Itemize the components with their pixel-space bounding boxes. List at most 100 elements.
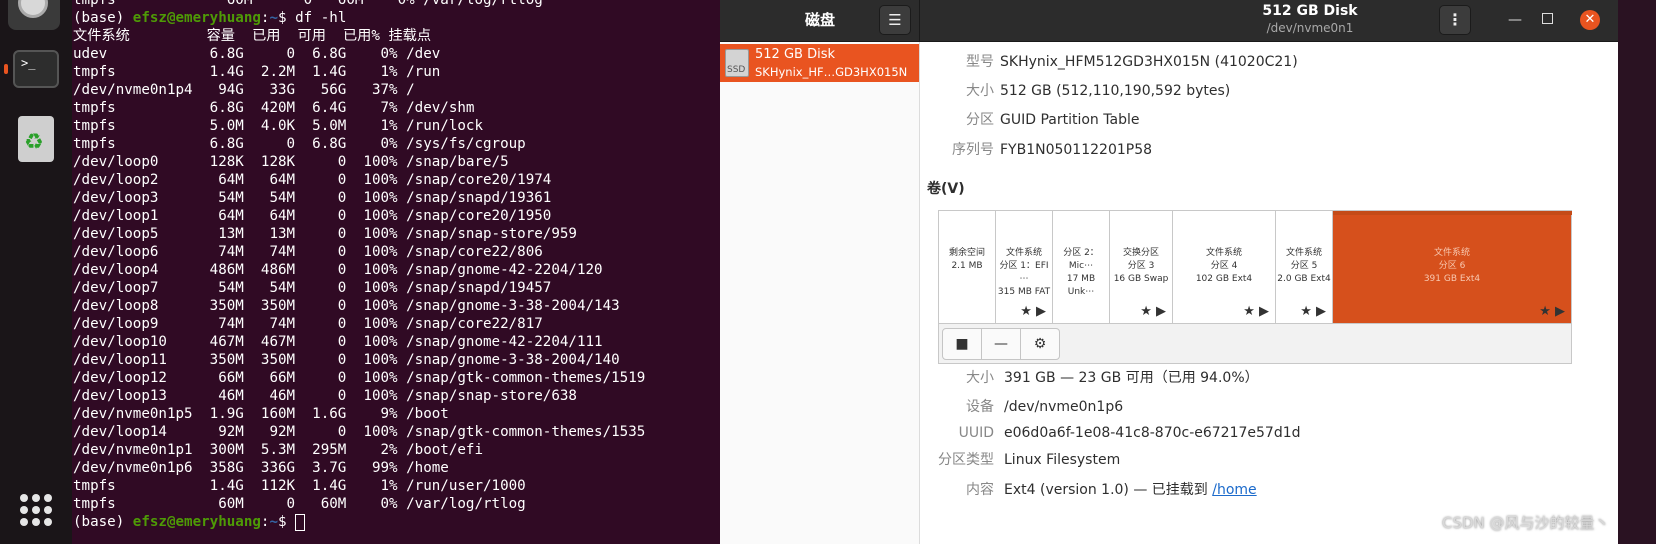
df-row: /dev/nvme0n1p5 1.9G 160M 1.6G 9% /boot xyxy=(73,406,449,422)
volume-label: 文件系统 分区 1：EFI ⋯ 315 MB FAT xyxy=(997,248,1051,297)
volume-segment[interactable]: 文件系统 分区 4 102 GB Ext4 ★ ▶ xyxy=(1173,211,1276,323)
df-row: /dev/loop1 64M 64M 0 100% /snap/core20/1… xyxy=(73,208,552,224)
volume-segment[interactable]: 文件系统 分区 1：EFI ⋯ 315 MB FAT ★ ▶ xyxy=(996,211,1053,323)
volumes-heading: 卷(V) xyxy=(927,181,965,197)
volume-label: 分区 2：Mic⋯ 17 MB Unk⋯ xyxy=(1063,248,1099,297)
df-row: /dev/nvme0n1p6 358G 336G 3.7G 99% /home xyxy=(73,460,449,476)
menu-button[interactable]: ☰ xyxy=(879,5,911,35)
df-row: tmpfs 60M 0 60M 0% /var/log/rtlog xyxy=(73,496,526,512)
df-row: /dev/loop2 64M 64M 0 100% /snap/core20/1… xyxy=(73,172,552,188)
terminal-window[interactable]: tmpfs 60M 0 60M 0% /var/log/rtlog (base)… xyxy=(72,0,720,544)
minimize-button[interactable]: — xyxy=(1508,12,1522,28)
dock: >_ ♻ xyxy=(0,0,72,544)
detail-device: 设备 /dev/nvme0n1p6 xyxy=(966,399,1124,415)
df-row: /dev/loop8 350M 350M 0 100% /snap/gnome-… xyxy=(73,298,620,314)
mounted-star-play-icon: ★ ▶ xyxy=(1140,304,1166,319)
mounted-star-play-icon: ★ ▶ xyxy=(1539,304,1565,319)
terminal-app-icon[interactable]: >_ xyxy=(13,50,59,88)
df-row: /dev/loop0 128K 128K 0 100% /snap/bare/5 xyxy=(73,154,509,170)
final-prompt[interactable]: (base) efsz@emeryhuang:~$ xyxy=(73,513,645,531)
window-subtitle: /dev/nvme0n1 xyxy=(1266,21,1354,35)
command-text: df -hl xyxy=(295,10,347,26)
detail-partition-type: 分区类型 Linux Filesystem xyxy=(938,452,1121,468)
drive-name: 512 GB Disk xyxy=(755,47,835,62)
running-indicator xyxy=(4,64,8,74)
df-row: /dev/nvme0n1p4 94G 33G 56G 37% / xyxy=(73,82,415,98)
drive-details: 型号 SKHynix_HFM512GD3HX015N (41020C21) 大小… xyxy=(921,42,1618,544)
drive-model: SKHynix_HF…GD3HX015N xyxy=(755,65,908,79)
background-strip xyxy=(1618,0,1656,544)
header-separator xyxy=(919,0,920,42)
selected-volume-band xyxy=(1333,211,1572,215)
prompt-user: efsz@emeryhuang xyxy=(132,10,261,26)
df-row: /dev/loop9 74M 74M 0 100% /snap/core22/8… xyxy=(73,316,543,332)
df-row: tmpfs 1.4G 112K 1.4G 1% /run/user/1000 xyxy=(73,478,526,494)
partition-options-button[interactable]: ⚙ xyxy=(1020,328,1060,360)
watermark: CSDN @风与沙的较量丶 xyxy=(1442,514,1610,532)
prop-serial: 序列号 FYB1N050112201P58 xyxy=(952,142,1153,158)
disk-icon xyxy=(18,0,48,18)
apps-grid-icon[interactable] xyxy=(20,494,52,526)
terminal-line: tmpfs 60M 0 60M 0% /var/log/rtlog xyxy=(73,0,543,8)
df-row: /dev/loop10 467M 467M 0 100% /snap/gnome… xyxy=(73,334,603,350)
volume-label: 文件系统 分区 6 391 GB Ext4 xyxy=(1423,248,1481,284)
df-row: tmpfs 6.8G 420M 6.4G 7% /dev/shm xyxy=(73,100,475,116)
drive-options-button[interactable]: ⋮ xyxy=(1439,5,1471,35)
drive-list: SSD 512 GB Disk SKHynix_HF…GD3HX015N xyxy=(720,42,920,544)
prop-partitioning: 分区 GUID Partition Table xyxy=(966,112,1140,128)
df-row: /dev/loop7 54M 54M 0 100% /snap/snapd/19… xyxy=(73,280,552,296)
volume-toolbar: ■ — ⚙ xyxy=(938,324,1572,364)
unmount-button[interactable]: ■ xyxy=(942,328,982,360)
df-row: tmpfs 1.4G 2.2M 1.4G 1% /run xyxy=(73,64,441,80)
terminal-output: tmpfs 60M 0 60M 0% /var/log/rtlog (base)… xyxy=(73,0,645,531)
volume-label: 交换分区 分区 3 16 GB Swap xyxy=(1113,248,1169,284)
ssd-icon: SSD xyxy=(725,49,749,77)
volume-label: 文件系统 分区 4 102 GB Ext4 xyxy=(1195,248,1253,284)
detail-size: 大小 391 GB — 23 GB 可用（已用 94.0%） xyxy=(966,370,1259,386)
mount-point-link[interactable]: /home xyxy=(1212,482,1256,498)
disks-window: 磁盘 ☰ 512 GB Disk /dev/nvme0n1 ⋮ — ✕ SSD … xyxy=(720,0,1618,544)
volume-segment[interactable]: 剩余空间 2.1 MB xyxy=(939,211,996,323)
trash-icon: ♻ xyxy=(24,130,44,155)
df-row: /dev/loop12 66M 66M 0 100% /snap/gtk-com… xyxy=(73,370,646,386)
mounted-star-play-icon: ★ ▶ xyxy=(1020,304,1046,319)
delete-partition-button[interactable]: — xyxy=(981,328,1021,360)
volume-map: 剩余空间 2.1 MB 文件系统 分区 1：EFI ⋯ 315 MB FAT ★ ▶ 分区 … xyxy=(938,210,1572,324)
command-line: (base) efsz@emeryhuang:~$ df -hl xyxy=(73,10,347,26)
mounted-star-play-icon: ★ ▶ xyxy=(1243,304,1269,319)
terminal-icon: >_ xyxy=(21,56,36,70)
mounted-star-play-icon: ★ ▶ xyxy=(1300,304,1326,319)
volume-segment[interactable]: 分区 2：Mic⋯ 17 MB Unk⋯ xyxy=(1053,211,1110,323)
df-row: /dev/loop6 74M 74M 0 100% /snap/core22/8… xyxy=(73,244,543,260)
volume-segment[interactable]: 交换分区 分区 3 16 GB Swap ★ ▶ xyxy=(1110,211,1173,323)
df-row: /dev/loop5 13M 13M 0 100% /snap/snap-sto… xyxy=(73,226,577,242)
detail-contents: 内容 Ext4 (version 1.0) — 已挂载到 /home xyxy=(966,482,1257,498)
df-row: udev 6.8G 0 6.8G 0% /dev xyxy=(73,46,441,62)
df-row: /dev/nvme0n1p1 300M 5.3M 295M 2% /boot/e… xyxy=(73,442,483,458)
maximize-button[interactable] xyxy=(1542,13,1553,24)
prop-size: 大小 512 GB (512,110,190,592 bytes) xyxy=(966,83,1231,99)
df-row: /dev/loop13 46M 46M 0 100% /snap/snap-st… xyxy=(73,388,577,404)
volume-segment[interactable]: 文件系统 分区 6 391 GB Ext4 ★ ▶ xyxy=(1333,211,1571,323)
df-row: tmpfs 6.8G 0 6.8G 0% /sys/fs/cgroup xyxy=(73,136,526,152)
terminal-cursor xyxy=(295,513,306,531)
df-row: /dev/loop11 350M 350M 0 100% /snap/gnome… xyxy=(73,352,620,368)
close-button[interactable]: ✕ xyxy=(1580,10,1600,30)
df-header: 文件系统 容量 已用 可用 已用% 挂载点 xyxy=(73,28,432,44)
df-row: /dev/loop14 92M 92M 0 100% /snap/gtk-com… xyxy=(73,424,646,440)
detail-uuid: UUID e06d0a6f-1e08-41c8-870c-e67217e57d1… xyxy=(958,425,1301,441)
volume-label: 文件系统 分区 5 2.0 GB Ext4 xyxy=(1277,248,1331,284)
drive-list-item[interactable]: SSD 512 GB Disk SKHynix_HF…GD3HX015N xyxy=(720,44,919,82)
window-title: 512 GB Disk xyxy=(1262,3,1358,19)
volume-segment[interactable]: 文件系统 分区 5 2.0 GB Ext4 ★ ▶ xyxy=(1276,211,1333,323)
trash-app-icon[interactable]: ♻ xyxy=(18,116,54,162)
disks-app-icon[interactable] xyxy=(8,0,60,30)
df-row: /dev/loop4 486M 486M 0 100% /snap/gnome-… xyxy=(73,262,603,278)
prompt-path: ~ xyxy=(269,10,279,26)
header-bar: 磁盘 ☰ 512 GB Disk /dev/nvme0n1 ⋮ — ✕ xyxy=(720,0,1618,42)
df-row: /dev/loop3 54M 54M 0 100% /snap/snapd/19… xyxy=(73,190,552,206)
df-row: tmpfs 5.0M 4.0K 5.0M 1% /run/lock xyxy=(73,118,483,134)
volume-label: 剩余空间 2.1 MB xyxy=(948,248,985,271)
df-rows: udev 6.8G 0 6.8G 0% /dev tmpfs 1.4G 2.2M … xyxy=(73,45,645,513)
prop-model: 型号 SKHynix_HFM512GD3HX015N (41020C21) xyxy=(966,54,1298,70)
